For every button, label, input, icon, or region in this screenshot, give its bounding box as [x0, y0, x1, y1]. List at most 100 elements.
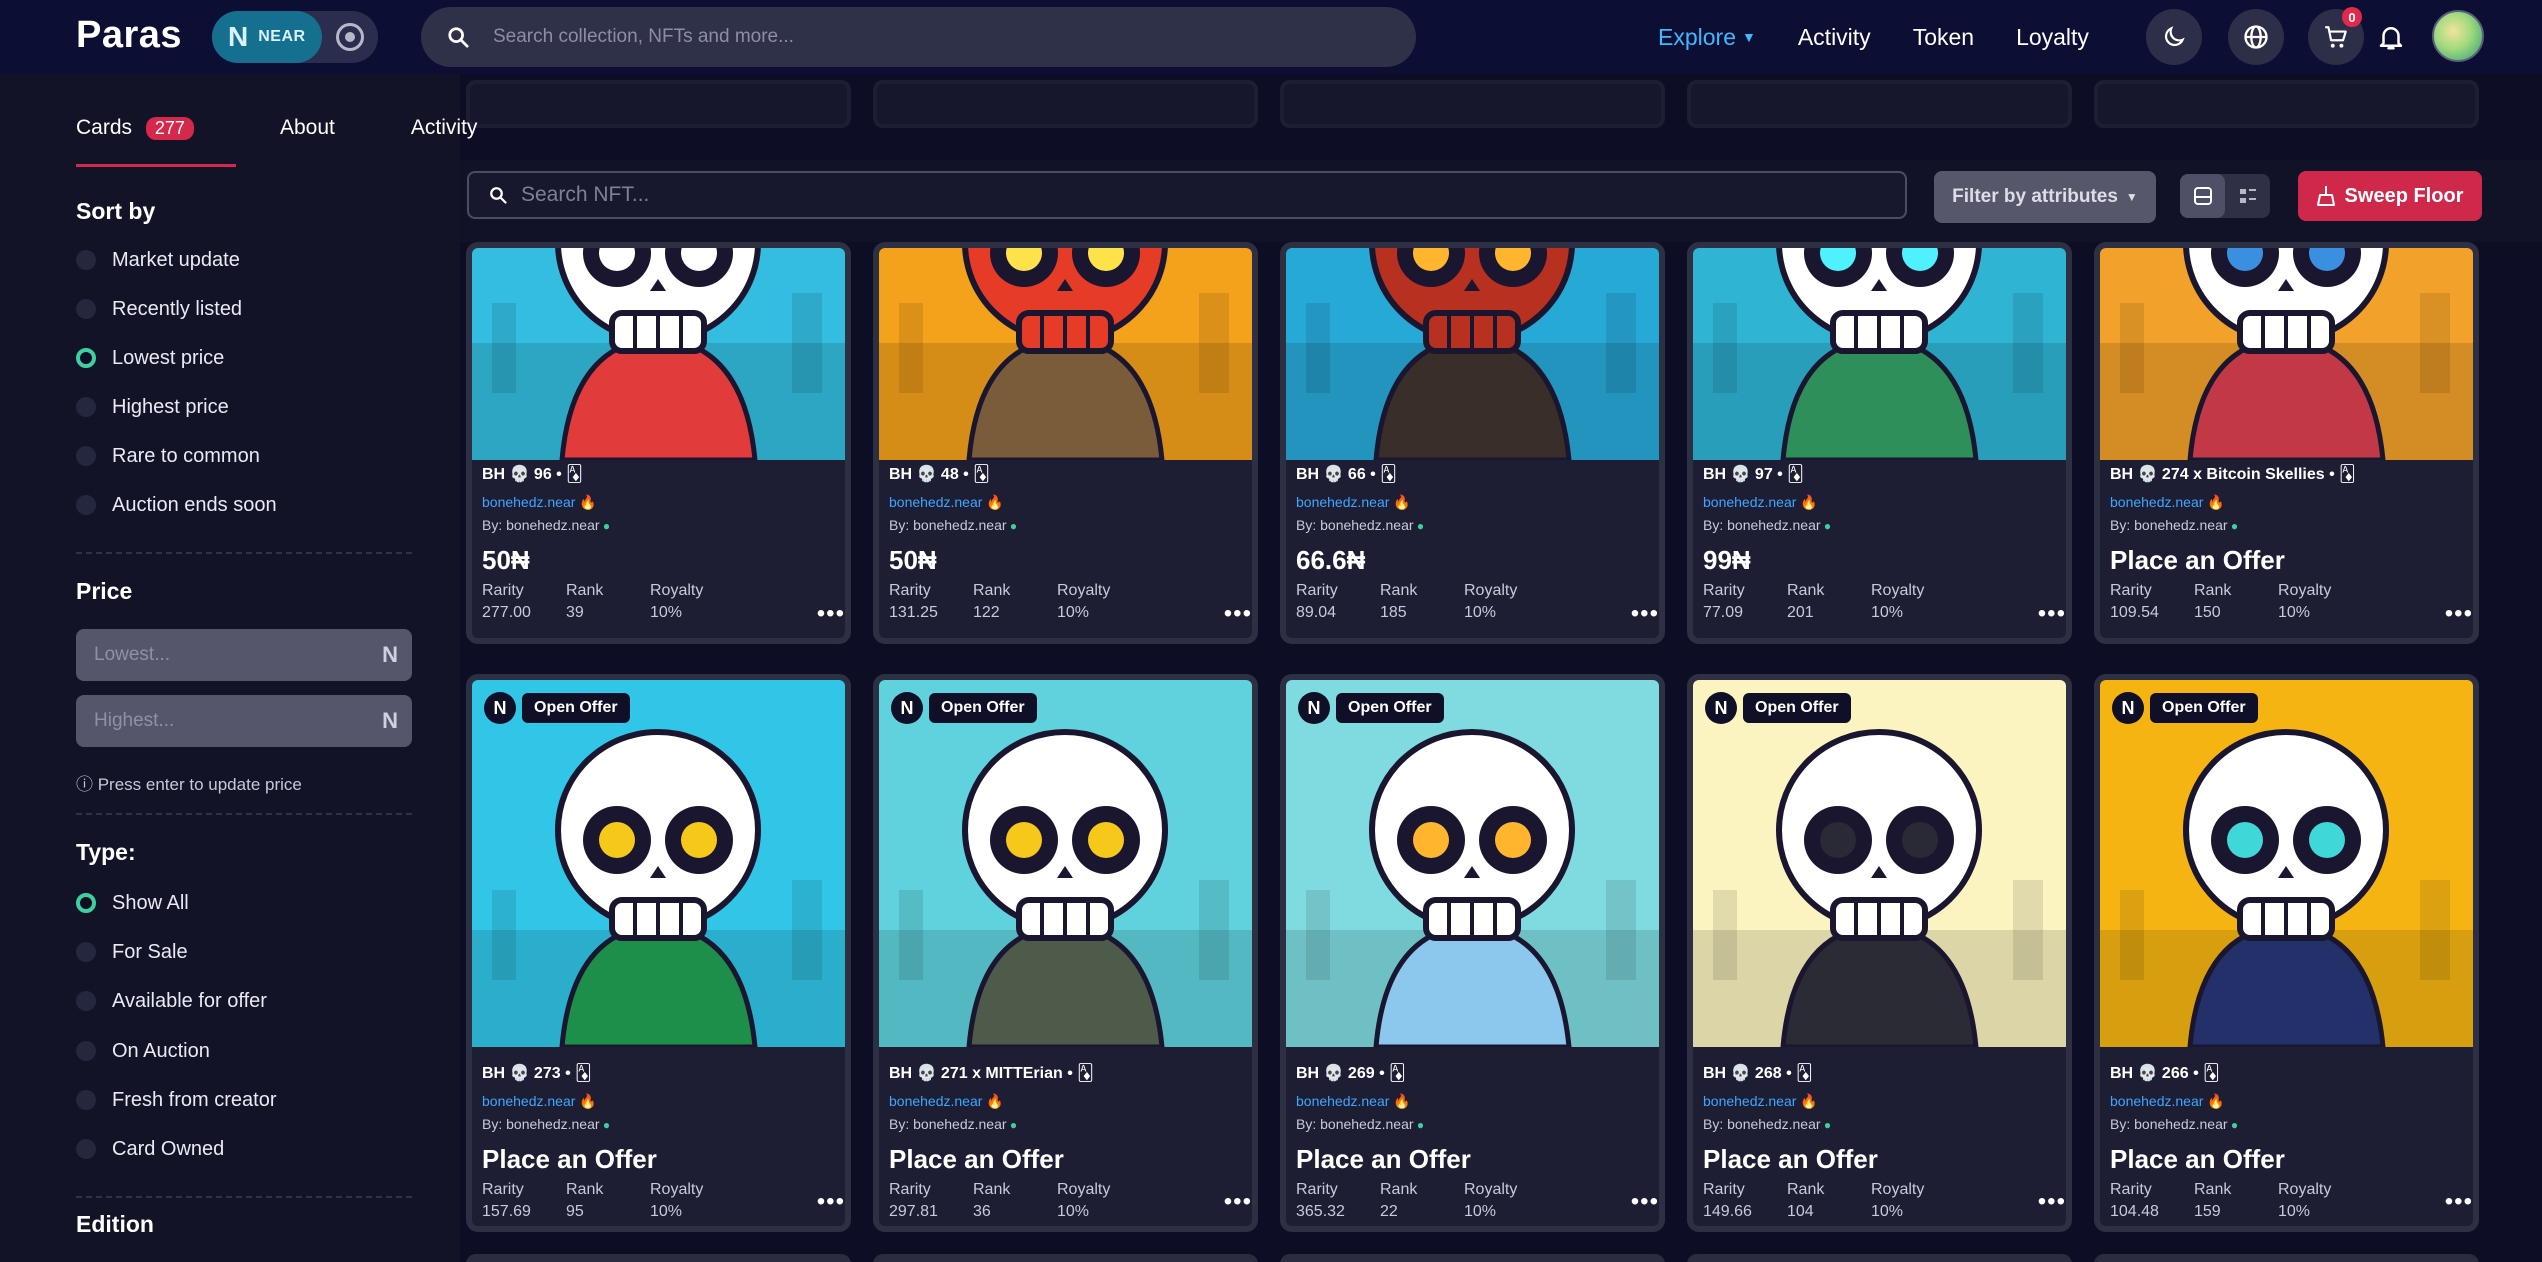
sort-option-highest-price[interactable]: Highest price: [76, 392, 229, 422]
more-options-icon[interactable]: •••: [1631, 1188, 1659, 1216]
type-option-on-auction[interactable]: On Auction: [76, 1036, 210, 1066]
nft-name[interactable]: BH 💀 48 • 🃁: [889, 464, 1244, 484]
more-options-icon[interactable]: •••: [1631, 600, 1659, 628]
type-option-fresh-from-creator[interactable]: Fresh from creator: [76, 1085, 276, 1115]
nft-name[interactable]: BH 💀 274 x Bitcoin Skellies • 🃁: [2110, 464, 2465, 484]
nft-name[interactable]: BH 💀 97 • 🃁: [1703, 464, 2058, 484]
large-grid-view-button[interactable]: [2180, 174, 2225, 218]
nft-price[interactable]: Place an Offer: [2110, 545, 2465, 576]
radio-button[interactable]: [76, 495, 96, 515]
radio-button[interactable]: [76, 991, 96, 1011]
bell-icon[interactable]: [2376, 22, 2406, 52]
nft-price[interactable]: 99₦: [1703, 545, 2058, 576]
language-button[interactable]: [2228, 9, 2284, 65]
nft-collection-link[interactable]: bonehedz.near 🔥: [482, 494, 837, 511]
nft-artwork[interactable]: [1693, 680, 2066, 1047]
nav-activity[interactable]: Activity: [1798, 24, 1871, 51]
nft-collection-link[interactable]: bonehedz.near 🔥: [1296, 494, 1651, 511]
radio-button[interactable]: [76, 1139, 96, 1159]
sort-option-market-update[interactable]: Market update: [76, 245, 240, 275]
nft-artwork[interactable]: [879, 680, 1252, 1047]
nft-artwork[interactable]: [1286, 680, 1659, 1047]
nft-collection-link[interactable]: bonehedz.near 🔥: [889, 494, 1244, 511]
nft-price[interactable]: Place an Offer: [2110, 1144, 2465, 1175]
nft-card[interactable]: BH 💀 274 x Bitcoin Skellies • 🃁 bonehedz.…: [2094, 242, 2479, 644]
creator-name[interactable]: bonehedz.near: [1320, 517, 1413, 533]
radio-button[interactable]: [76, 446, 96, 466]
type-option-show-all[interactable]: Show All: [76, 888, 189, 918]
nft-collection-link[interactable]: bonehedz.near 🔥: [482, 1093, 837, 1110]
nft-collection-link[interactable]: bonehedz.near 🔥: [1703, 1093, 2058, 1110]
nft-artwork[interactable]: [1693, 248, 2066, 460]
nft-price[interactable]: Place an Offer: [889, 1144, 1244, 1175]
nft-price[interactable]: 50₦: [482, 545, 837, 576]
nft-card[interactable]: BH 💀 97 • 🃁 bonehedz.near 🔥 By: bonehedz.n…: [1687, 242, 2072, 644]
nft-name[interactable]: BH 💀 271 x MITTErian • 🃁: [889, 1063, 1244, 1083]
chain-switcher[interactable]: N NEAR: [212, 11, 378, 63]
nft-collection-link[interactable]: bonehedz.near 🔥: [2110, 494, 2465, 511]
global-search-input[interactable]: [493, 26, 1393, 48]
nft-card[interactable]: N Open Offer BH 💀 273 • 🃁 bonehedz.near 🔥 By…: [466, 674, 851, 1232]
radio-button[interactable]: [76, 1041, 96, 1061]
radio-button-selected[interactable]: [76, 348, 96, 368]
more-options-icon[interactable]: •••: [2038, 1188, 2066, 1216]
nft-card[interactable]: BH 💀 66 • 🃁 bonehedz.near 🔥 By: bonehedz.n…: [1280, 242, 1665, 644]
nft-card[interactable]: BH 💀 96 • 🃁 bonehedz.near 🔥 By: bonehedz.n…: [466, 242, 851, 644]
nft-artwork[interactable]: [472, 248, 845, 460]
more-options-icon[interactable]: •••: [1224, 600, 1252, 628]
more-options-icon[interactable]: •••: [2445, 600, 2473, 628]
tab-activity[interactable]: Activity: [411, 116, 478, 156]
price-max-field[interactable]: N: [76, 695, 412, 747]
creator-name[interactable]: bonehedz.near: [2134, 1116, 2227, 1132]
nft-name[interactable]: BH 💀 269 • 🃁: [1296, 1063, 1651, 1083]
nft-collection-link[interactable]: bonehedz.near 🔥: [1703, 494, 2058, 511]
creator-name[interactable]: bonehedz.near: [913, 517, 1006, 533]
nft-price[interactable]: 66.6₦: [1296, 545, 1651, 576]
nft-search-input[interactable]: [521, 183, 1821, 207]
sort-option-recently-listed[interactable]: Recently listed: [76, 294, 242, 324]
nft-price[interactable]: Place an Offer: [1296, 1144, 1651, 1175]
creator-name[interactable]: bonehedz.near: [1727, 517, 1820, 533]
nft-artwork[interactable]: [472, 680, 845, 1047]
price-min-field[interactable]: N: [76, 629, 412, 681]
tab-cards[interactable]: Cards 277: [76, 116, 236, 167]
creator-name[interactable]: bonehedz.near: [913, 1116, 1006, 1132]
nft-card[interactable]: N Open Offer BH 💀 269 • 🃁 bonehedz.near 🔥 By…: [1280, 674, 1665, 1232]
sort-option-lowest-price[interactable]: Lowest price: [76, 343, 224, 373]
nft-artwork[interactable]: [879, 248, 1252, 460]
filter-by-attributes-button[interactable]: Filter by attributes ▼: [1934, 171, 2156, 223]
other-chain-icon[interactable]: [336, 23, 364, 51]
creator-name[interactable]: bonehedz.near: [1320, 1116, 1413, 1132]
more-options-icon[interactable]: •••: [1224, 1188, 1252, 1216]
more-options-icon[interactable]: •••: [2038, 600, 2066, 628]
nft-name[interactable]: BH 💀 273 • 🃁: [482, 1063, 837, 1083]
sort-option-rare-to-common[interactable]: Rare to common: [76, 441, 260, 471]
radio-button[interactable]: [76, 397, 96, 417]
sort-option-auction-ends-soon[interactable]: Auction ends soon: [76, 490, 277, 520]
radio-button[interactable]: [76, 942, 96, 962]
nft-artwork[interactable]: [2100, 680, 2473, 1047]
creator-name[interactable]: bonehedz.near: [506, 1116, 599, 1132]
theme-toggle-button[interactable]: [2146, 9, 2202, 65]
nav-explore[interactable]: Explore ▼: [1658, 24, 1756, 51]
nft-price[interactable]: 50₦: [889, 545, 1244, 576]
nft-name[interactable]: BH 💀 268 • 🃁: [1703, 1063, 2058, 1083]
radio-button[interactable]: [76, 250, 96, 270]
nft-price[interactable]: Place an Offer: [482, 1144, 837, 1175]
nav-token[interactable]: Token: [1913, 24, 1974, 51]
cart-button[interactable]: 0: [2308, 7, 2364, 65]
nft-search-bar[interactable]: [467, 171, 1907, 219]
near-chain-button[interactable]: N NEAR: [212, 11, 322, 63]
more-options-icon[interactable]: •••: [817, 1188, 845, 1216]
creator-name[interactable]: bonehedz.near: [1727, 1116, 1820, 1132]
radio-button[interactable]: [76, 299, 96, 319]
nav-loyalty[interactable]: Loyalty: [2016, 24, 2089, 51]
nft-card[interactable]: N Open Offer BH 💀 268 • 🃁 bonehedz.near 🔥 By…: [1687, 674, 2072, 1232]
nft-artwork[interactable]: [1286, 248, 1659, 460]
nft-collection-link[interactable]: bonehedz.near 🔥: [2110, 1093, 2465, 1110]
radio-button[interactable]: [76, 1090, 96, 1110]
nft-card[interactable]: BH 💀 48 • 🃁 bonehedz.near 🔥 By: bonehedz.n…: [873, 242, 1258, 644]
creator-name[interactable]: bonehedz.near: [2134, 517, 2227, 533]
nft-collection-link[interactable]: bonehedz.near 🔥: [889, 1093, 1244, 1110]
price-max-input[interactable]: [94, 710, 354, 732]
